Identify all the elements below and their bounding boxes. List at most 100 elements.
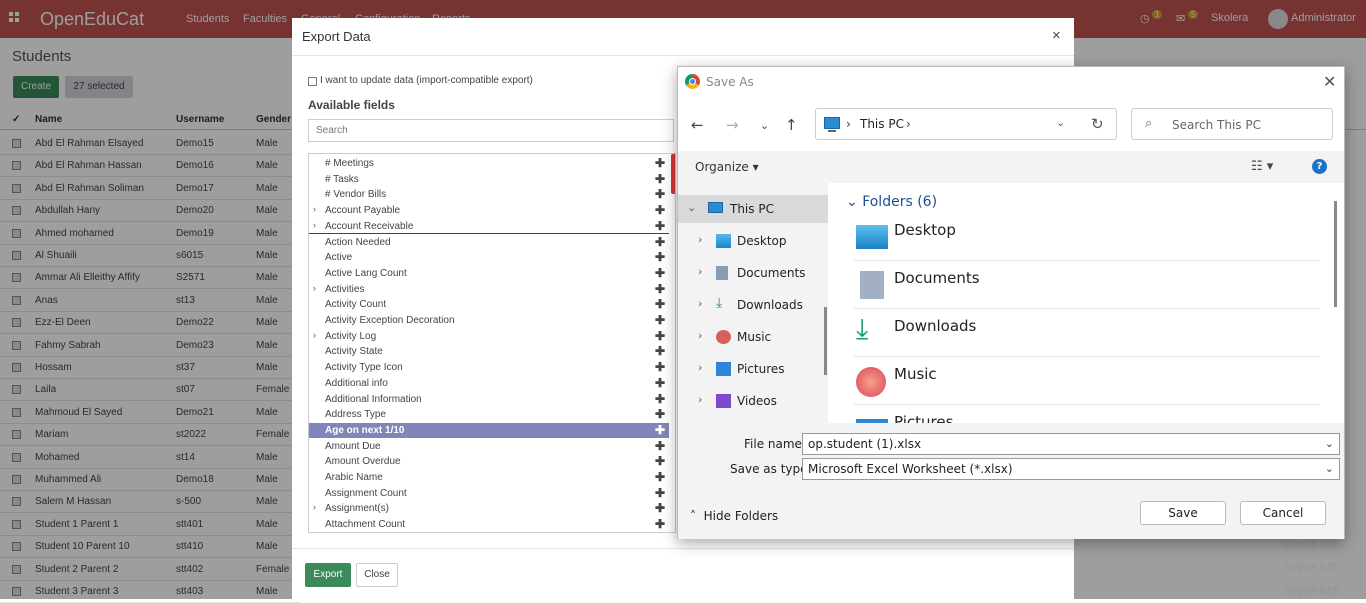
add-field-icon[interactable]: ✚ xyxy=(655,454,665,468)
field-item[interactable]: Activity Type Icon ✚ xyxy=(309,360,669,375)
help-icon[interactable]: ? xyxy=(1312,159,1327,174)
back-arrow-icon[interactable]: ← xyxy=(691,116,704,134)
add-field-icon[interactable]: ✚ xyxy=(655,266,665,280)
field-item[interactable]: Activity State ✚ xyxy=(309,344,669,359)
address-bar[interactable]: › This PC › ⌄ ↻ xyxy=(815,108,1117,140)
field-item[interactable]: › Activities ✚ xyxy=(309,282,669,297)
search-input[interactable]: ⌕ Search This PC xyxy=(1131,108,1333,140)
field-item[interactable]: › Activity Log ✚ xyxy=(309,329,669,344)
cancel-button[interactable]: Cancel xyxy=(1240,501,1326,525)
folder-item-music[interactable]: Music xyxy=(854,357,1320,405)
nav-item-videos[interactable]: › Videos xyxy=(678,387,828,415)
field-search-input[interactable]: Search xyxy=(308,119,674,142)
field-item[interactable]: Additional Information ✚ xyxy=(309,392,669,407)
folder-item-desktop[interactable]: Desktop xyxy=(854,213,1320,261)
field-item[interactable]: Action Needed ✚ xyxy=(309,235,669,250)
folder-item-pictures[interactable]: Pictures xyxy=(854,405,1320,423)
chevron-right-icon[interactable]: › xyxy=(698,265,702,278)
hide-folders-toggle[interactable]: ˄ Hide Folders xyxy=(690,509,778,523)
field-item[interactable]: Active ✚ xyxy=(309,250,669,265)
field-item[interactable]: # Tasks ✚ xyxy=(309,172,669,187)
nav-item-downloads[interactable]: › ⤓ Downloads xyxy=(678,291,828,319)
add-field-icon[interactable]: ✚ xyxy=(655,360,665,374)
nav-item-this-pc[interactable]: ⌄ This PC xyxy=(678,195,828,223)
fields-scrollbar[interactable] xyxy=(671,154,675,194)
field-item[interactable]: Amount Overdue ✚ xyxy=(309,454,669,469)
nav-scrollbar[interactable] xyxy=(824,307,827,375)
chevron-right-icon[interactable]: › xyxy=(313,502,316,512)
field-item[interactable]: Amount Due ✚ xyxy=(309,439,669,454)
folder-item-documents[interactable]: Documents xyxy=(854,261,1320,309)
field-item[interactable]: Activity Count ✚ xyxy=(309,297,669,312)
breadcrumb-chevron-icon[interactable]: › xyxy=(906,117,911,131)
add-field-icon[interactable]: ✚ xyxy=(655,297,665,311)
field-item[interactable]: Age on next 1/10 ✚ xyxy=(309,422,669,438)
add-field-icon[interactable]: ✚ xyxy=(655,282,665,296)
add-field-icon[interactable]: ✚ xyxy=(655,203,665,217)
add-field-icon[interactable]: ✚ xyxy=(655,517,665,531)
field-item[interactable]: Activity Exception Decoration ✚ xyxy=(309,313,669,328)
add-field-icon[interactable]: ✚ xyxy=(655,156,665,170)
forward-arrow-icon[interactable]: → xyxy=(726,116,739,134)
chevron-right-icon[interactable]: › xyxy=(313,220,316,230)
nav-item-desktop[interactable]: › Desktop xyxy=(678,227,828,255)
close-icon[interactable]: × xyxy=(1052,27,1061,44)
up-arrow-icon[interactable]: ↑ xyxy=(785,116,798,134)
field-item[interactable]: # Vendor Bills ✚ xyxy=(309,187,669,202)
add-field-icon[interactable]: ✚ xyxy=(655,392,665,406)
field-item[interactable]: Address Type ✚ xyxy=(309,407,669,422)
folders-group-header[interactable]: ⌄ Folders (6) xyxy=(846,194,937,210)
view-options-icon[interactable]: ☷ ▾ xyxy=(1251,159,1273,174)
add-field-icon[interactable]: ✚ xyxy=(655,439,665,453)
content-scrollbar[interactable] xyxy=(1334,201,1337,307)
address-dropdown-icon[interactable]: ⌄ xyxy=(1056,116,1065,129)
add-field-icon[interactable]: ✚ xyxy=(655,486,665,500)
chevron-right-icon[interactable]: › xyxy=(698,361,702,374)
save-type-select[interactable]: Microsoft Excel Worksheet (*.xlsx) ⌄ xyxy=(802,458,1340,480)
field-item[interactable]: # Meetings ✚ xyxy=(309,156,669,171)
save-button[interactable]: Save xyxy=(1140,501,1226,525)
chevron-right-icon[interactable]: › xyxy=(698,233,702,246)
add-field-icon[interactable]: ✚ xyxy=(655,235,665,249)
field-item[interactable]: › Account Receivable ✚ xyxy=(309,219,669,234)
chevron-down-icon[interactable]: ⌄ xyxy=(1325,437,1334,450)
import-compatible-checkbox[interactable] xyxy=(308,77,317,86)
export-button[interactable]: Export xyxy=(305,563,351,587)
chevron-down-icon[interactable]: ⌄ xyxy=(687,201,696,214)
add-field-icon[interactable]: ✚ xyxy=(655,407,665,421)
add-field-icon[interactable]: ✚ xyxy=(655,187,665,201)
add-field-icon[interactable]: ✚ xyxy=(655,329,665,343)
field-item[interactable]: Active Lang Count ✚ xyxy=(309,266,669,281)
folder-item-downloads[interactable]: ⤓ Downloads xyxy=(854,309,1320,357)
close-icon[interactable]: ✕ xyxy=(1323,72,1336,91)
add-field-icon[interactable]: ✚ xyxy=(655,219,665,233)
field-item[interactable]: › Assignment(s) ✚ xyxy=(309,501,669,516)
import-compatible-label[interactable]: I want to update data (import-compatible… xyxy=(320,75,533,86)
add-field-icon[interactable]: ✚ xyxy=(655,470,665,484)
chevron-right-icon[interactable]: › xyxy=(698,297,702,310)
add-field-icon[interactable]: ✚ xyxy=(655,172,665,186)
chevron-right-icon[interactable]: › xyxy=(313,204,316,214)
field-item[interactable]: Arabic Name ✚ xyxy=(309,470,669,485)
nav-item-documents[interactable]: › Documents xyxy=(678,259,828,287)
add-field-icon[interactable]: ✚ xyxy=(655,344,665,358)
refresh-icon[interactable]: ↻ xyxy=(1091,115,1104,133)
field-item[interactable]: Attachment Count ✚ xyxy=(309,517,669,532)
nav-item-pictures[interactable]: › Pictures xyxy=(678,355,828,383)
add-field-icon[interactable]: ✚ xyxy=(655,313,665,327)
field-item[interactable]: › Account Payable ✚ xyxy=(309,203,669,218)
add-field-icon[interactable]: ✚ xyxy=(655,423,665,437)
breadcrumb-this-pc[interactable]: This PC xyxy=(860,117,904,131)
file-name-field[interactable]: op.student (1).xlsx ⌄ xyxy=(802,433,1340,455)
add-field-icon[interactable]: ✚ xyxy=(655,501,665,515)
chevron-right-icon[interactable]: › xyxy=(313,330,316,340)
field-item[interactable]: Additional info ✚ xyxy=(309,376,669,391)
add-field-icon[interactable]: ✚ xyxy=(655,250,665,264)
nav-item-music[interactable]: › Music xyxy=(678,323,828,351)
chevron-right-icon[interactable]: › xyxy=(698,393,702,406)
field-item[interactable]: Assignment Count ✚ xyxy=(309,486,669,501)
recent-locations-chevron-icon[interactable]: ⌄ xyxy=(760,119,769,132)
add-field-icon[interactable]: ✚ xyxy=(655,376,665,390)
chevron-right-icon[interactable]: › xyxy=(698,329,702,342)
organize-menu[interactable]: Organize ▾ xyxy=(695,160,759,174)
